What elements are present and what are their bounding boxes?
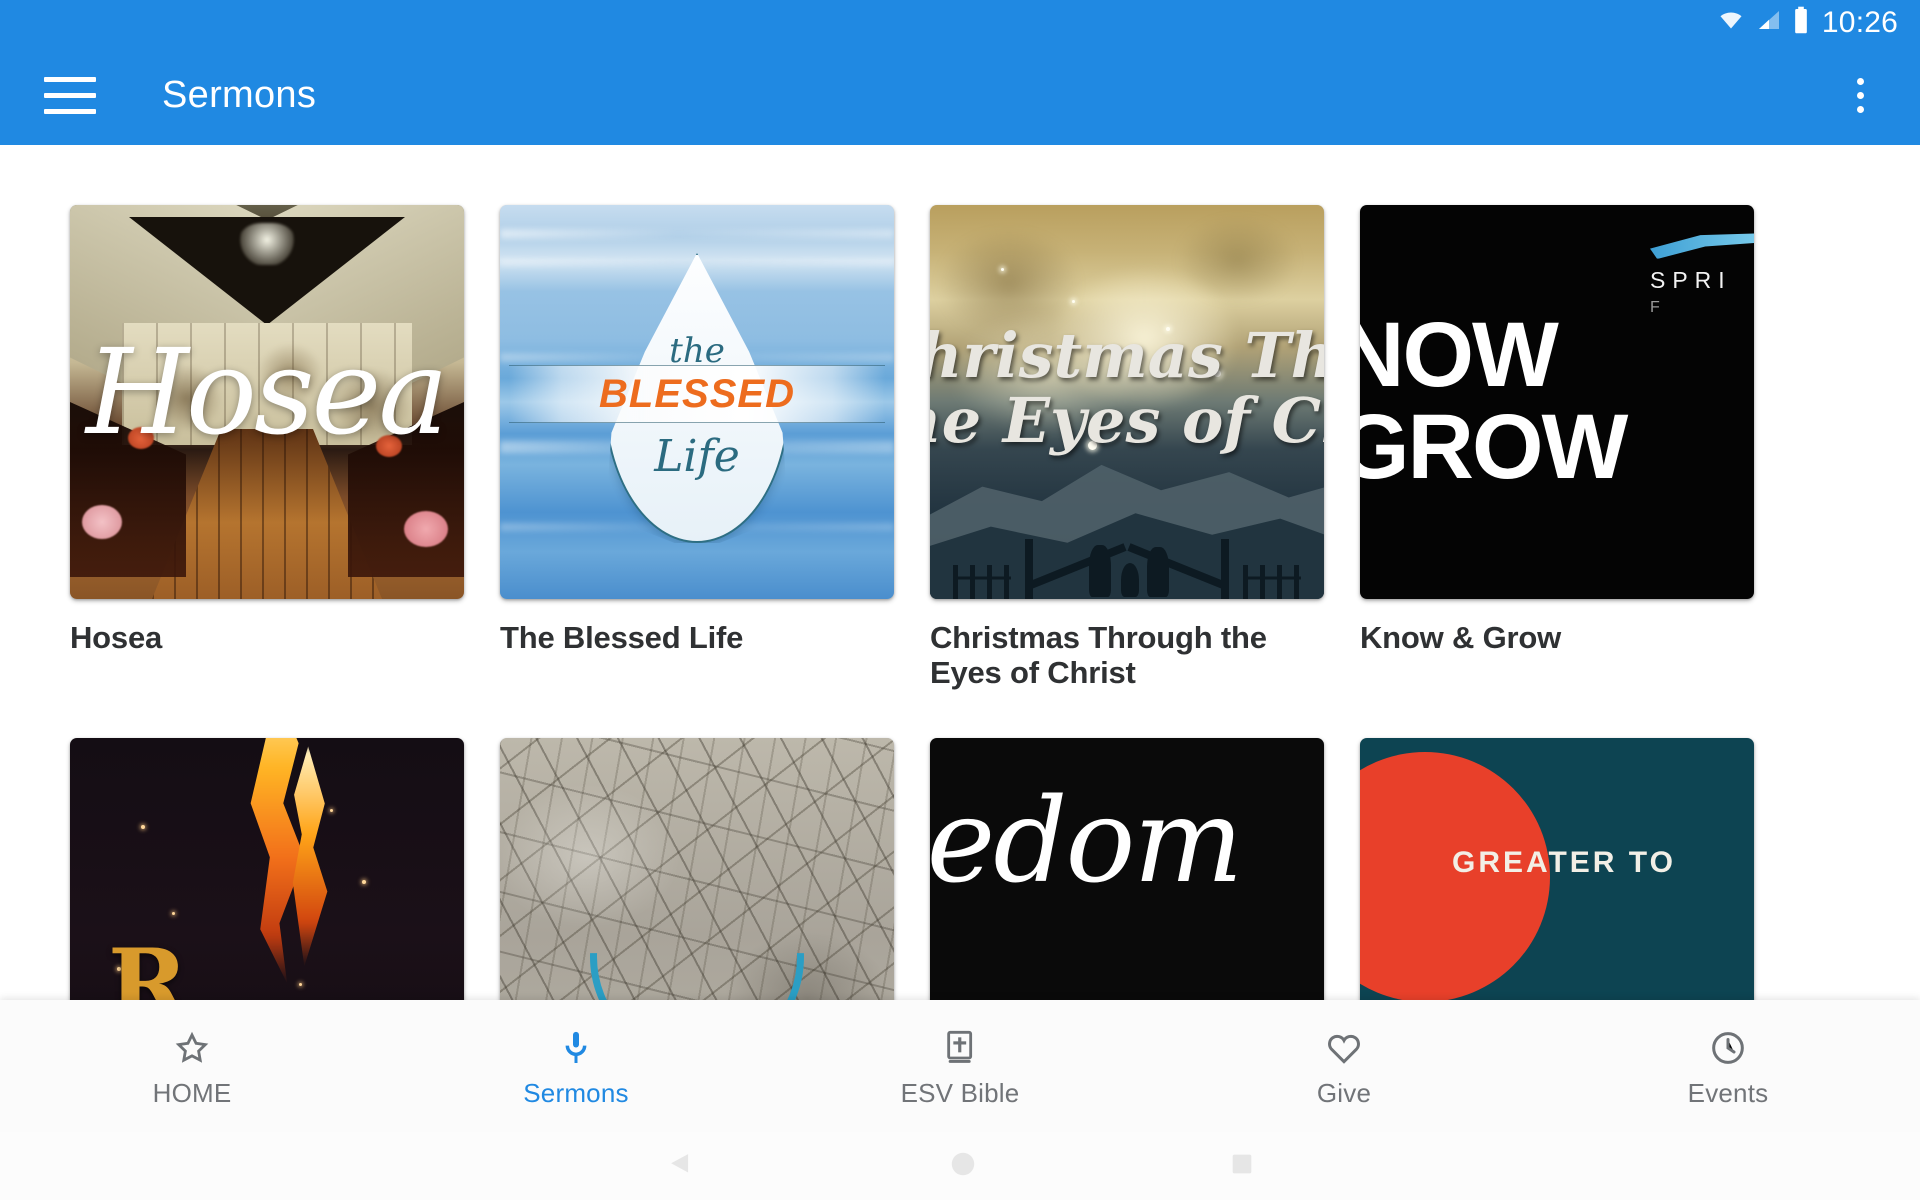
- nav-label-events: Events: [1687, 1078, 1769, 1108]
- sermon-series-grid: Hosea Hosea the BLESSED Life The Blessed…: [0, 145, 1920, 1000]
- series-card[interactable]: Christmas Through the Eyes of Christ Chr…: [900, 157, 1330, 690]
- cracked-earth-artwork: [500, 738, 894, 1000]
- artwork-text-blessed: BLESSED: [599, 371, 795, 416]
- series-artwork[interactable]: Hosea: [70, 205, 464, 599]
- hosea-artwork: Hosea: [70, 205, 464, 599]
- system-navigation-bar: [0, 1132, 1920, 1200]
- bottom-navigation-bar: HOME Sermons ESV Bible Give Events: [0, 1000, 1920, 1132]
- series-artwork[interactable]: R: [70, 738, 464, 1000]
- christmas-artwork: Christmas Through the Eyes of Christ: [930, 205, 1324, 599]
- water-droplet-shape: the BLESSED Life: [509, 253, 885, 543]
- artwork-overlay-line2: GROW: [1360, 396, 1628, 498]
- blessed-life-artwork: the BLESSED Life: [500, 205, 894, 599]
- cellular-signal-icon: [1755, 8, 1783, 37]
- series-artwork[interactable]: GREATER TO: [1360, 738, 1754, 1000]
- know-grow-artwork: SPRI F NOW GROW: [1360, 205, 1754, 599]
- back-icon[interactable]: [664, 1147, 698, 1186]
- artwork-overlay-text: Christmas Through the Eyes of Christ: [930, 323, 1324, 453]
- nav-label-give: Give: [1316, 1078, 1372, 1108]
- swoosh-icon: [1650, 233, 1754, 259]
- heart-outline-icon: [1322, 1026, 1366, 1070]
- wifi-icon: [1716, 8, 1746, 37]
- series-card[interactable]: [470, 690, 900, 1000]
- sermon-series-grid-scroll[interactable]: Hosea Hosea the BLESSED Life The Blessed…: [0, 145, 1920, 1000]
- nav-item-events[interactable]: Events: [1536, 1000, 1920, 1132]
- artwork-overlay-line1: NOW: [1360, 304, 1559, 406]
- series-card[interactable]: R: [40, 690, 470, 1000]
- microphone-icon: [554, 1026, 598, 1070]
- clock-icon: [1706, 1026, 1750, 1070]
- artwork-text-life: Life: [654, 431, 740, 482]
- nav-label-sermons: Sermons: [523, 1078, 629, 1108]
- nav-item-give[interactable]: Give: [1152, 1000, 1536, 1132]
- series-title: Hosea: [70, 620, 163, 655]
- star-outline-icon: [170, 1026, 214, 1070]
- status-bar: 10:26: [0, 0, 1920, 45]
- series-artwork[interactable]: the BLESSED Life: [500, 205, 894, 599]
- series-card[interactable]: Hosea Hosea: [40, 157, 470, 690]
- series-artwork[interactable]: eedom: [930, 738, 1324, 1000]
- fire-artwork: R: [70, 738, 464, 1000]
- nav-item-esv-bible[interactable]: ESV Bible: [768, 1000, 1152, 1132]
- nav-label-esv-bible: ESV Bible: [900, 1078, 1020, 1108]
- hamburger-menu-icon[interactable]: [44, 75, 100, 115]
- nav-label-home: HOME: [152, 1078, 232, 1108]
- series-artwork[interactable]: [500, 738, 894, 1000]
- artwork-overlay-line1: Christmas Through: [930, 319, 1324, 392]
- artwork-overlay-line2: the Eyes of Christ: [930, 384, 1324, 458]
- artwork-overlay-text: R: [108, 928, 188, 1000]
- series-title: The Blessed Life: [500, 620, 744, 655]
- recents-icon[interactable]: [1228, 1150, 1256, 1183]
- artwork-overlay-text: eedom: [930, 774, 1243, 910]
- app-bar: Sermons: [0, 45, 1920, 145]
- home-icon[interactable]: [948, 1149, 978, 1184]
- more-vertical-icon[interactable]: [1840, 67, 1880, 123]
- freedom-artwork: eedom: [930, 738, 1324, 1000]
- nav-item-home[interactable]: HOME: [0, 1000, 384, 1132]
- battery-icon: [1792, 6, 1810, 39]
- artwork-overlay-text: GREATER TO: [1452, 846, 1676, 880]
- series-card[interactable]: GREATER TO: [1330, 690, 1760, 1000]
- series-title: Christmas Through the Eyes of Christ: [930, 620, 1267, 690]
- series-card[interactable]: the BLESSED Life The Blessed Life: [470, 157, 900, 690]
- bible-book-icon: [938, 1026, 982, 1070]
- series-artwork[interactable]: SPRI F NOW GROW: [1360, 205, 1754, 599]
- logo-wordmark: SPRI: [1650, 267, 1732, 293]
- status-time: 10:26: [1821, 5, 1898, 39]
- page-title: Sermons: [162, 73, 317, 116]
- church-logo: SPRI F: [1650, 233, 1754, 317]
- greater-to-artwork: GREATER TO: [1360, 738, 1754, 1000]
- series-title: Know & Grow: [1360, 620, 1562, 655]
- logo-subtext: F: [1650, 299, 1665, 316]
- artwork-overlay-text: NOW GROW: [1360, 304, 1628, 498]
- series-artwork[interactable]: Christmas Through the Eyes of Christ: [930, 205, 1324, 599]
- app-root: 10:26 Sermons Hosea Hosea the BLESSED Li…: [0, 0, 1920, 1200]
- artwork-overlay-text: Hosea: [86, 323, 449, 461]
- series-card[interactable]: SPRI F NOW GROW Know & Grow: [1330, 157, 1760, 690]
- series-card[interactable]: eedom: [900, 690, 1330, 1000]
- nav-item-sermons[interactable]: Sermons: [384, 1000, 768, 1132]
